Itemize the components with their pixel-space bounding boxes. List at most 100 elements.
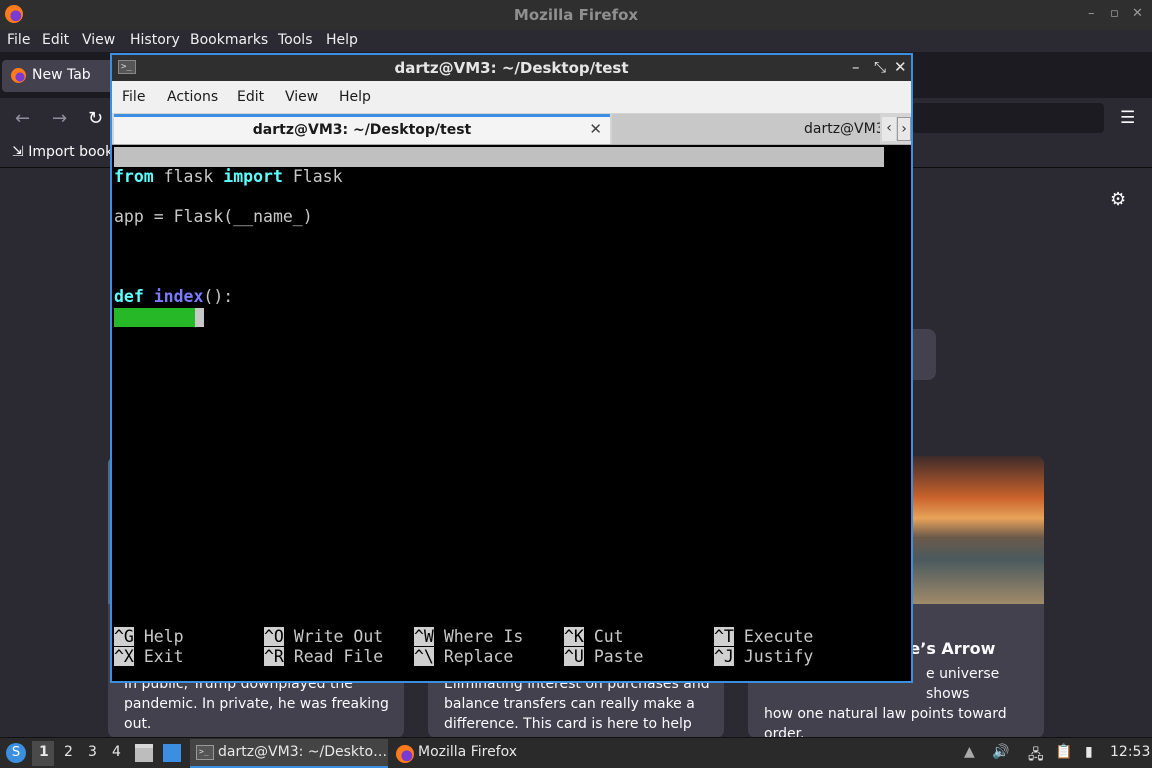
shortcut-cut[interactable]: ^K Cut <box>564 627 624 647</box>
nano-filename: test.py * <box>484 187 574 206</box>
shortcut-where-is[interactable]: ^W Where Is <box>414 627 523 647</box>
reload-icon[interactable]: ↻ <box>88 108 103 129</box>
shortcut-key: ^\ <box>414 647 434 666</box>
menu-tools[interactable]: Tools <box>278 32 313 48</box>
menu-view[interactable]: View <box>285 89 318 105</box>
file-manager-icon[interactable] <box>135 744 153 762</box>
menu-file[interactable]: File <box>122 89 145 105</box>
shortcut-key: ^G <box>114 627 134 646</box>
workspace-3[interactable]: 3 <box>88 744 97 760</box>
forward-icon[interactable]: → <box>52 108 67 129</box>
shortcut-replace[interactable]: ^\ Replace <box>414 647 513 667</box>
notification-icon[interactable]: ▮ <box>1085 744 1093 760</box>
gear-icon[interactable]: ⚙ <box>1110 189 1126 210</box>
menu-help[interactable]: Help <box>326 32 358 48</box>
desktop-icon[interactable] <box>163 744 181 762</box>
menu-bookmarks[interactable]: Bookmarks <box>190 32 268 48</box>
shortcut-help[interactable]: ^G Help <box>114 627 184 647</box>
tab-close-icon[interactable]: ✕ <box>589 120 602 138</box>
hamburger-menu-icon[interactable]: ☰ <box>1120 108 1135 128</box>
shortcut-paste[interactable]: ^U Paste <box>564 647 643 667</box>
shortcut-exit[interactable]: ^X Exit <box>114 647 184 667</box>
terminal-tab-active[interactable]: dartz@VM3: ~/Desktop/test ✕ <box>114 114 610 144</box>
code-function-name: index <box>153 287 204 306</box>
workspace-4[interactable]: 4 <box>112 744 121 760</box>
shortcut-write-out[interactable]: ^O Write Out <box>264 627 383 647</box>
menu-actions[interactable]: Actions <box>167 89 218 105</box>
tab-label: dartz@VM3: ~/Desktop/test <box>252 122 472 138</box>
code-keyword: import <box>223 167 283 186</box>
shortcut-justify[interactable]: ^J Justify <box>714 647 813 667</box>
shortcut-key: ^X <box>114 647 134 666</box>
close-icon[interactable]: ✕ <box>1132 6 1143 21</box>
minimize-icon[interactable]: – <box>852 58 860 76</box>
workspace-1[interactable]: 1 <box>39 744 49 760</box>
shortcut-label: Where Is <box>443 627 524 646</box>
task-label: dartz@VM3: ~/Deskto… <box>218 744 388 760</box>
terminal-menubar: File Actions Edit View Help <box>112 81 911 113</box>
code-text: Flask <box>282 167 343 186</box>
workspace-2[interactable]: 2 <box>64 744 73 760</box>
shortcut-key: ^T <box>714 627 734 646</box>
tray-arrow-icon[interactable]: ▲ <box>964 744 975 760</box>
start-menu-icon[interactable]: S <box>6 743 26 763</box>
firefox-titlebar: Mozilla Firefox – ▫ ✕ <box>0 0 1152 30</box>
shortcut-label: Read File <box>293 647 384 666</box>
firefox-icon <box>11 68 26 83</box>
indent-highlight <box>114 308 195 327</box>
task-firefox[interactable]: Mozilla Firefox <box>392 739 552 768</box>
story-text-line: how one natural law points toward order. <box>764 706 1007 738</box>
text-cursor <box>195 308 204 327</box>
firefox-menubar: File Edit View History Bookmarks Tools H… <box>0 30 1152 52</box>
firefox-icon <box>396 745 414 763</box>
firefox-window-title: Mozilla Firefox <box>513 6 639 24</box>
maximize-icon[interactable]: ▫ <box>1110 6 1119 21</box>
volume-icon[interactable]: 🔊 <box>992 744 1009 760</box>
close-icon[interactable]: ✕ <box>894 58 907 76</box>
taskbar: S 1 2 3 4 >_ dartz@VM3: ~/Deskto… Mozill… <box>0 737 1152 768</box>
back-icon[interactable]: ← <box>15 108 30 129</box>
code-line: app = Flask(__name_) <box>114 207 313 226</box>
import-bookmarks-label: Import book <box>28 144 114 160</box>
menu-view[interactable]: View <box>82 32 115 48</box>
terminal-window: >_ dartz@VM3: ~/Desktop/test – ⤡ ✕ File … <box>110 53 913 683</box>
clipboard-icon[interactable]: 📋 <box>1055 744 1072 760</box>
shortcut-execute[interactable]: ^T Execute <box>714 627 813 647</box>
nano-header: GNU nano 6.2 test.py * <box>114 147 884 206</box>
shortcut-label: Replace <box>443 647 514 666</box>
shortcut-read-file[interactable]: ^R Read File <box>264 647 383 667</box>
network-icon[interactable]: 🖧 <box>1028 744 1044 768</box>
shortcut-label: Exit <box>143 647 184 666</box>
tab-new-tab[interactable]: New Tab <box>2 60 118 92</box>
menu-history[interactable]: History <box>130 32 180 48</box>
restore-icon[interactable]: ⤡ <box>874 58 886 76</box>
minimize-icon[interactable]: – <box>1088 6 1095 21</box>
terminal-window-title: dartz@VM3: ~/Desktop/test <box>394 59 629 77</box>
menu-file[interactable]: File <box>7 32 30 48</box>
menu-help[interactable]: Help <box>339 89 371 105</box>
nano-editor[interactable]: GNU nano 6.2 test.py * from flask import… <box>114 147 911 681</box>
shortcut-key: ^J <box>714 647 734 666</box>
task-terminal[interactable]: >_ dartz@VM3: ~/Deskto… <box>190 739 388 768</box>
import-bookmarks-button[interactable]: ⇲ Import book <box>12 144 113 160</box>
shortcut-key: ^K <box>564 627 584 646</box>
shortcut-label: Paste <box>593 647 644 666</box>
menu-edit[interactable]: Edit <box>42 32 69 48</box>
shortcut-key: ^W <box>414 627 434 646</box>
url-bar[interactable] <box>912 103 1104 133</box>
tab-label: New Tab <box>32 67 91 83</box>
shortcut-label: Cut <box>593 627 624 646</box>
code-keyword: def <box>114 287 144 306</box>
terminal-tabbar: dartz@VM3: ~/Desktop/test ✕ dartz@VM3: ~… <box>112 113 911 145</box>
menu-edit[interactable]: Edit <box>237 89 264 105</box>
task-label: Mozilla Firefox <box>418 744 518 760</box>
chevron-left-icon[interactable]: ‹ <box>882 117 896 141</box>
shortcut-key: ^R <box>264 647 284 666</box>
terminal-tab[interactable]: dartz@VM3: ~/Desktop/test <box>612 114 880 144</box>
shortcut-label: Justify <box>743 647 814 666</box>
shortcut-key: ^U <box>564 647 584 666</box>
shortcut-label: Help <box>143 627 184 646</box>
clock[interactable]: 12:53 <box>1110 744 1150 760</box>
chevron-right-icon[interactable]: › <box>897 117 911 141</box>
shortcut-label: Execute <box>743 627 814 646</box>
